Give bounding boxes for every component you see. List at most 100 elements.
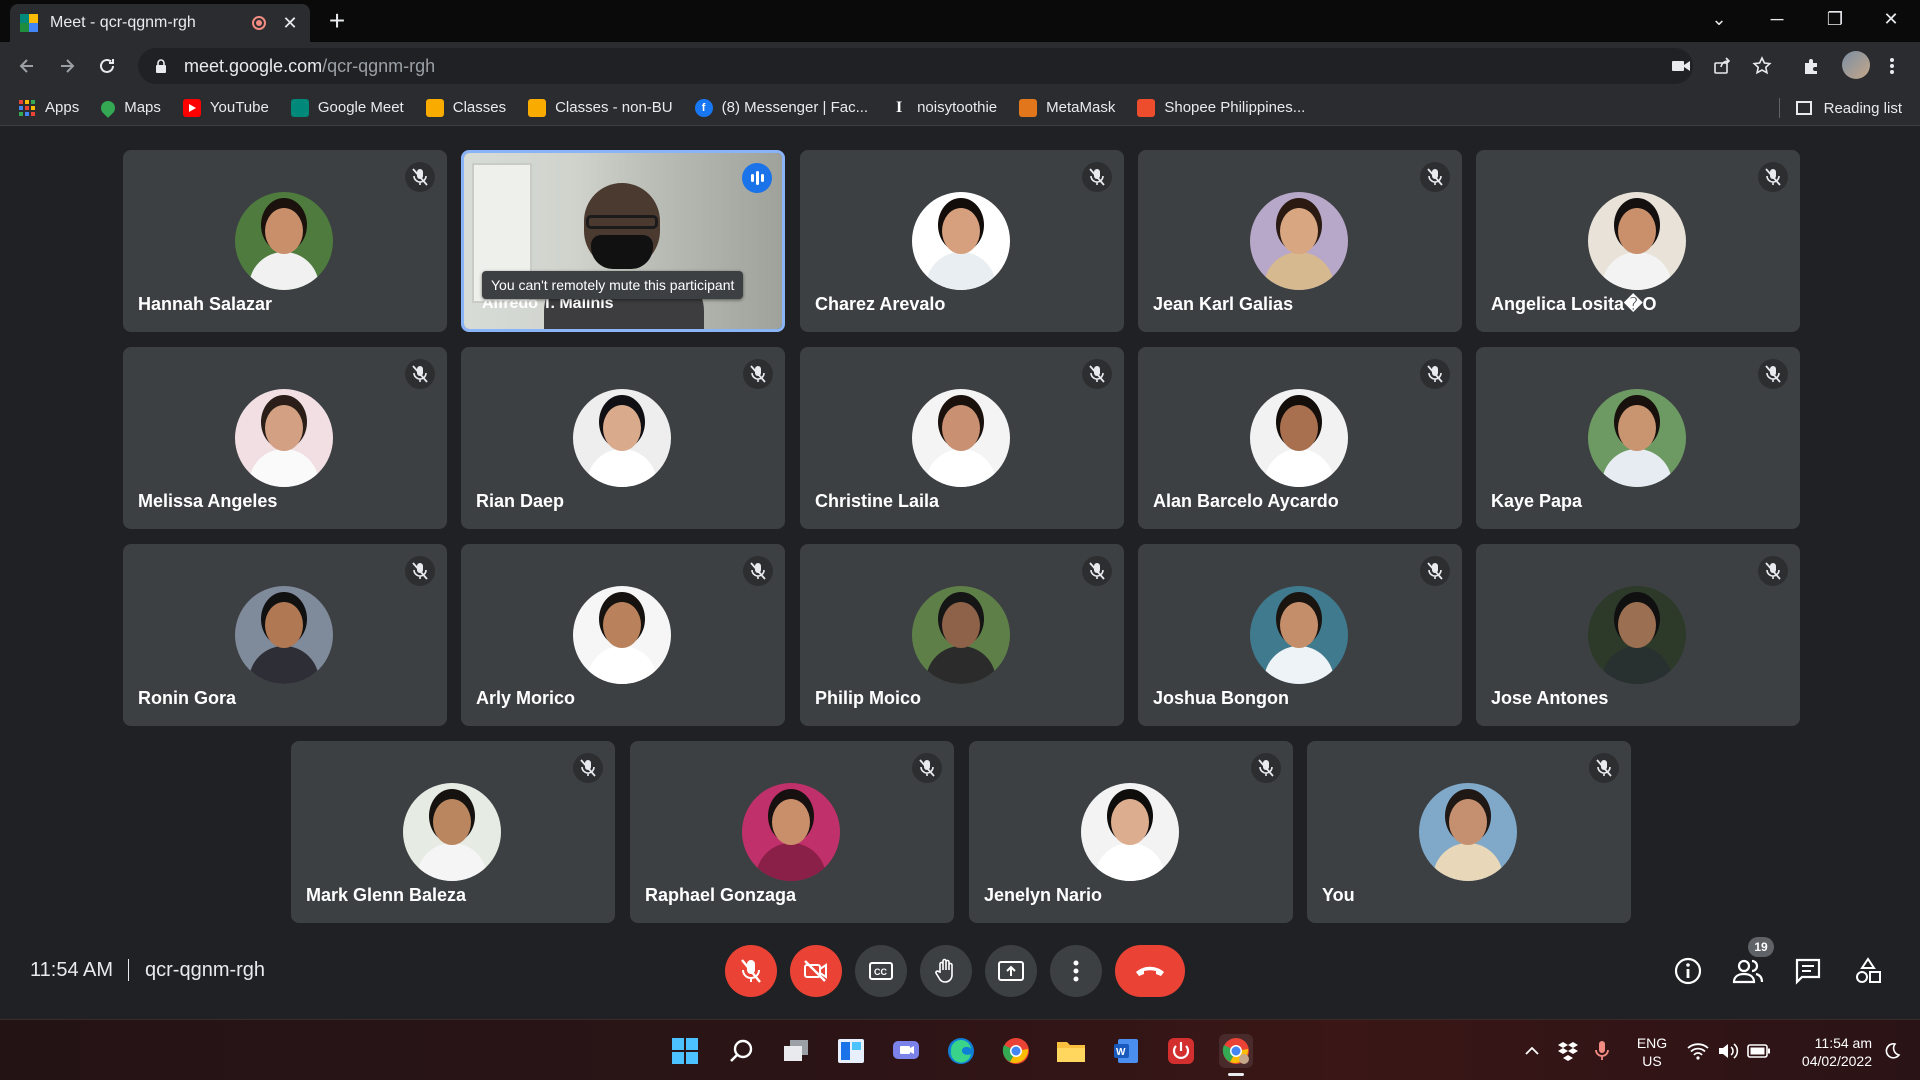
bookmark-item[interactable]: Classes - non-BU <box>528 98 673 117</box>
widgets-icon[interactable] <box>834 1034 868 1068</box>
bookmark-star-icon[interactable] <box>1750 54 1774 78</box>
bookmark-label: noisytoothie <box>917 99 998 116</box>
bookmark-item[interactable]: Classes <box>425 98 506 117</box>
tab-search-dropdown-icon[interactable]: ⌄ <box>1690 0 1748 38</box>
participant-avatar <box>235 192 333 290</box>
language-indicator[interactable]: ENG <box>1632 1034 1672 1052</box>
tab-close-icon[interactable]: ✕ <box>280 13 300 34</box>
back-button[interactable] <box>12 51 42 81</box>
bookmark-item[interactable]: f (8) Messenger | Fac... <box>694 98 868 117</box>
extensions-puzzle-icon[interactable] <box>1800 54 1824 78</box>
battery-icon[interactable] <box>1746 1034 1772 1068</box>
mic-muted-icon <box>743 556 773 586</box>
mic-muted-icon <box>1758 556 1788 586</box>
new-tab-button[interactable]: + <box>322 6 352 36</box>
participant-name: You <box>1322 885 1355 905</box>
meeting-details-button[interactable] <box>1668 951 1708 991</box>
file-explorer-icon[interactable] <box>1054 1034 1088 1068</box>
participant-tile[interactable]: Mark Glenn Baleza <box>291 741 615 923</box>
participant-tile[interactable]: Hannah Salazar <box>123 150 447 332</box>
participant-tile[interactable]: Ronin Gora <box>123 544 447 726</box>
participant-avatar <box>912 389 1010 487</box>
camera-in-use-icon[interactable] <box>1669 54 1693 78</box>
participant-tile[interactable]: Kaye Papa <box>1476 347 1800 529</box>
participant-tile[interactable]: Rian Daep <box>461 347 785 529</box>
participant-tile[interactable]: Alfredo T. Malinis You can't remotely mut… <box>461 150 785 332</box>
bookmark-item[interactable]: Shopee Philippines... <box>1137 98 1305 117</box>
teams-chat-icon[interactable] <box>889 1034 923 1068</box>
taskbar-clock[interactable]: 11:54 am <box>1782 1034 1872 1052</box>
window-close-button[interactable]: ✕ <box>1862 0 1920 38</box>
remote-mute-tooltip: You can't remotely mute this participant <box>482 271 744 299</box>
forward-button[interactable] <box>52 51 82 81</box>
raise-hand-button[interactable] <box>920 945 972 997</box>
restore-button[interactable]: ❐ <box>1806 0 1864 38</box>
participant-tile[interactable]: Alan Barcelo Aycardo <box>1138 347 1462 529</box>
word-icon[interactable]: W <box>1109 1034 1143 1068</box>
edge-browser-icon[interactable] <box>944 1034 978 1068</box>
dropbox-icon[interactable] <box>1556 1034 1580 1068</box>
mic-muted-icon <box>1758 359 1788 389</box>
participant-tile[interactable]: Raphael Gonzaga <box>630 741 954 923</box>
chrome-profile-taskbar-icon[interactable] <box>1219 1034 1253 1076</box>
participant-avatar <box>573 586 671 684</box>
participant-avatar <box>742 783 840 881</box>
power-app-icon[interactable] <box>1164 1034 1198 1068</box>
volume-icon[interactable] <box>1716 1034 1740 1068</box>
tray-chevron-up-icon[interactable] <box>1522 1034 1542 1068</box>
participant-tile[interactable]: Charez Arevalo <box>800 150 1124 332</box>
windows-start-icon[interactable] <box>668 1034 702 1068</box>
participant-tile[interactable]: Jean Karl Galias <box>1138 150 1462 332</box>
search-icon[interactable] <box>724 1034 758 1068</box>
participant-tile[interactable]: Jenelyn Nario <box>969 741 1293 923</box>
microphone-toggle-button[interactable] <box>725 945 777 997</box>
participant-tile[interactable]: You <box>1307 741 1631 923</box>
captions-button[interactable]: CC <box>855 945 907 997</box>
microphone-tray-icon[interactable] <box>1590 1034 1614 1068</box>
chrome-menu-icon[interactable] <box>1880 54 1904 78</box>
participant-tile[interactable]: Arly Morico <box>461 544 785 726</box>
participant-name: Angelica Losita�O <box>1491 294 1657 314</box>
participant-avatar <box>235 389 333 487</box>
leave-call-button[interactable] <box>1115 945 1185 997</box>
chat-button[interactable] <box>1788 951 1828 991</box>
profile-avatar[interactable] <box>1842 51 1870 79</box>
activities-button[interactable] <box>1848 951 1888 991</box>
bookmark-item[interactable]: MetaMask <box>1019 98 1115 117</box>
bookmark-item[interactable]: Apps <box>18 99 79 117</box>
focus-assist-moon-icon[interactable] <box>1880 1034 1904 1068</box>
participant-tile[interactable]: Melissa Angeles <box>123 347 447 529</box>
bookmark-item[interactable]: Google Meet <box>290 98 404 117</box>
bookmark-item[interactable]: Maps <box>98 97 161 118</box>
reading-list-button[interactable]: Reading list <box>1778 90 1902 126</box>
bookmark-item[interactable]: Inoisytoothie <box>890 98 998 117</box>
reload-button[interactable] <box>92 51 122 81</box>
wifi-icon[interactable] <box>1686 1034 1710 1068</box>
bookmark-label: YouTube <box>209 99 269 116</box>
participant-name: Jose Antones <box>1491 688 1609 708</box>
chrome-taskbar-icon[interactable] <box>999 1034 1033 1068</box>
participant-tile[interactable]: Angelica Losita�O <box>1476 150 1800 332</box>
bookmarks-bar: Apps Maps YouTube Google Meet Classes Classes… <box>0 90 1920 126</box>
bookmark-item[interactable]: YouTube <box>182 98 269 117</box>
reading-list-icon <box>1795 101 1812 115</box>
participant-tile[interactable]: Christine Laila <box>800 347 1124 529</box>
participant-avatar <box>1419 783 1517 881</box>
participant-avatar <box>1250 389 1348 487</box>
tab-meet[interactable]: Meet - qcr-qgnm-rgh ✕ <box>10 4 310 42</box>
more-options-button[interactable] <box>1050 945 1102 997</box>
address-bar[interactable]: meet.google.com/qcr-qgnm-rgh <box>138 48 1693 84</box>
people-button[interactable] <box>1728 951 1768 991</box>
hand-icon <box>935 958 953 983</box>
participant-tile[interactable]: Philip Moico <box>800 544 1124 726</box>
mic-muted-icon <box>405 162 435 192</box>
share-icon[interactable] <box>1710 54 1734 78</box>
minimize-button[interactable]: ─ <box>1748 0 1806 38</box>
camera-toggle-button[interactable] <box>790 945 842 997</box>
participant-tile[interactable]: Joshua Bongon <box>1138 544 1462 726</box>
participant-tile[interactable]: Jose Antones <box>1476 544 1800 726</box>
mic-off-icon <box>741 959 761 983</box>
present-screen-button[interactable] <box>985 945 1037 997</box>
task-view-icon[interactable] <box>779 1034 813 1068</box>
participant-count-badge: 19 <box>1748 937 1774 957</box>
